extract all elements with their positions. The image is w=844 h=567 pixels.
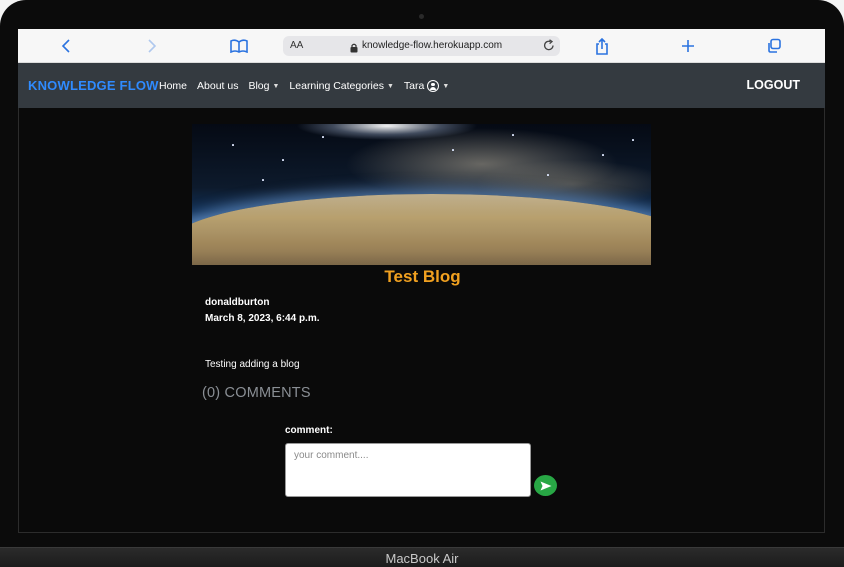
nav-learning-categories-dropdown[interactable]: Learning Categories ▼ [289, 80, 394, 92]
nav-home-label: Home [159, 80, 188, 92]
caret-down-icon: ▼ [442, 82, 450, 90]
post-date: March 8, 2023, 6:44 p.m. [205, 313, 320, 324]
post-hero-image [192, 124, 651, 265]
user-circle-icon [427, 80, 440, 92]
url-text: knowledge-flow.herokuapp.com [362, 40, 503, 51]
main-content: Test Blog donaldburton March 8, 2023, 6:… [18, 108, 825, 533]
comment-input[interactable] [285, 443, 531, 497]
nav-home[interactable]: Home [159, 80, 187, 92]
nav-links: Home About us Blog ▼ Learning Categories ▼… [159, 80, 449, 92]
address-bar[interactable]: AA knowledge-flow.herokuapp.com [283, 36, 560, 56]
share-icon[interactable] [593, 37, 611, 55]
bookmarks-icon[interactable] [230, 37, 248, 55]
caret-down-icon: ▼ [272, 82, 280, 90]
nav-user-dropdown[interactable]: Tara ▼ [404, 80, 449, 92]
back-icon[interactable] [57, 37, 75, 55]
nav-blog-dropdown[interactable]: Blog ▼ [248, 80, 279, 92]
nav-user-label: Tara [403, 80, 425, 92]
nav-blog-label: Blog [248, 80, 270, 92]
new-tab-icon[interactable] [679, 37, 697, 55]
comment-label: comment: [285, 425, 333, 436]
camera-dot [419, 14, 424, 19]
nav-about-us[interactable]: About us [197, 80, 238, 92]
screen: AA knowledge-flow.herokuapp.com KNOWLEDG [18, 29, 825, 533]
post-author: donaldburton [205, 297, 270, 308]
nav-about-us-label: About us [197, 80, 239, 92]
tabs-icon[interactable] [765, 37, 783, 55]
laptop-bottom-bezel: MacBook Air [0, 547, 844, 567]
submit-comment-button[interactable] [534, 475, 557, 496]
device-label: MacBook Air [385, 551, 459, 566]
site-navbar: KNOWLEDGE FLOW Home About us Blog ▼ Learn… [18, 63, 825, 108]
logout-link[interactable]: LOGOUT [747, 78, 800, 92]
lock-icon [350, 40, 358, 58]
earth-horizon [192, 194, 651, 265]
comments-count-heading: (0) COMMENTS [202, 385, 311, 401]
laptop-frame: AA knowledge-flow.herokuapp.com KNOWLEDG [0, 0, 844, 567]
post-body: Testing adding a blog [205, 359, 300, 370]
browser-toolbar: AA knowledge-flow.herokuapp.com [18, 29, 825, 63]
send-icon [540, 481, 551, 490]
caret-down-icon: ▼ [386, 82, 394, 90]
reload-icon[interactable] [543, 39, 555, 57]
post-title: Test Blog [384, 267, 461, 286]
nav-learning-categories-label: Learning Categories [289, 80, 384, 92]
brand-logo[interactable]: KNOWLEDGE FLOW [28, 78, 159, 93]
text-size-button[interactable]: AA [290, 40, 303, 51]
forward-icon[interactable] [143, 37, 161, 55]
